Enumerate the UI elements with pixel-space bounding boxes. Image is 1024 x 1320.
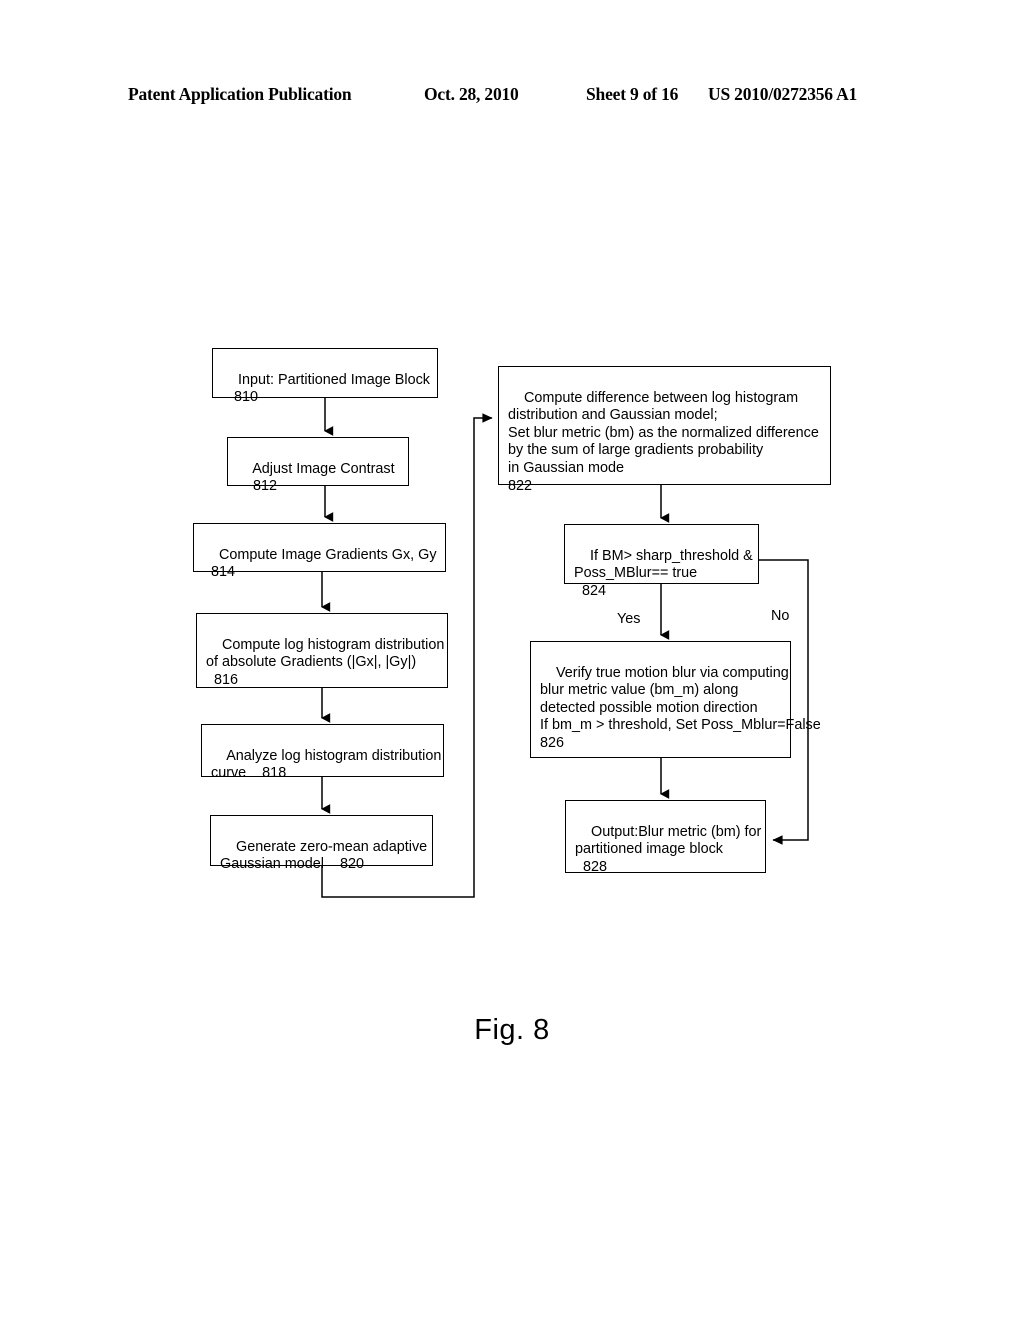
node-810-text: Input: Partitioned Image Block 810 xyxy=(233,371,430,406)
node-828-text: Output:Blur metric (bm) for partitioned … xyxy=(575,823,762,875)
process-node-compute-image-gradients[interactable]: Compute Image Gradients Gx, Gy 814 xyxy=(193,523,446,580)
process-node-compute-difference-blur-metric[interactable]: Compute difference between log histogram… xyxy=(498,366,831,494)
process-node-compute-log-histogram-distribution[interactable]: Compute log histogram distribution of ab… xyxy=(196,613,448,688)
process-node-verify-true-motion-blur[interactable]: Verify true motion blur via computing bl… xyxy=(530,641,821,758)
node-814-text: Compute Image Gradients Gx, Gy 814 xyxy=(210,546,437,581)
process-node-analyze-log-histogram-curve[interactable]: Analyze log histogram distribution curve… xyxy=(201,724,444,781)
node-818-text: Analyze log histogram distribution curve… xyxy=(211,747,442,782)
output-node-blur-metric[interactable]: Output:Blur metric (bm) for partitioned … xyxy=(565,800,766,875)
flowchart-diagram: Input: Partitioned Image Block 810 Adjus… xyxy=(0,0,1024,1320)
node-812-text: Adjust Image Contrast 812 xyxy=(252,460,395,495)
decision-node-bm-sharp-threshold[interactable]: If BM> sharp_threshold & Poss_MBlur== tr… xyxy=(564,524,759,599)
node-824-text: If BM> sharp_threshold & Poss_MBlur== tr… xyxy=(574,547,753,599)
flowchart-connectors xyxy=(320,398,809,898)
process-node-input-partitioned-image-block[interactable]: Input: Partitioned Image Block 810 xyxy=(212,348,438,405)
figure-caption: Fig. 8 xyxy=(474,1014,550,1046)
process-node-generate-gaussian-model[interactable]: Generate zero-mean adaptive Gaussian mod… xyxy=(210,815,433,872)
node-822-text: Compute difference between log histogram… xyxy=(508,389,819,494)
process-node-adjust-image-contrast[interactable]: Adjust Image Contrast 812 xyxy=(227,437,409,494)
node-816-text: Compute log histogram distribution of ab… xyxy=(206,636,445,688)
edge-label-no: No xyxy=(771,608,790,624)
node-820-text: Generate zero-mean adaptive Gaussian mod… xyxy=(220,838,428,873)
edge-label-yes: Yes xyxy=(617,611,641,627)
node-826-text: Verify true motion blur via computing bl… xyxy=(540,664,821,751)
